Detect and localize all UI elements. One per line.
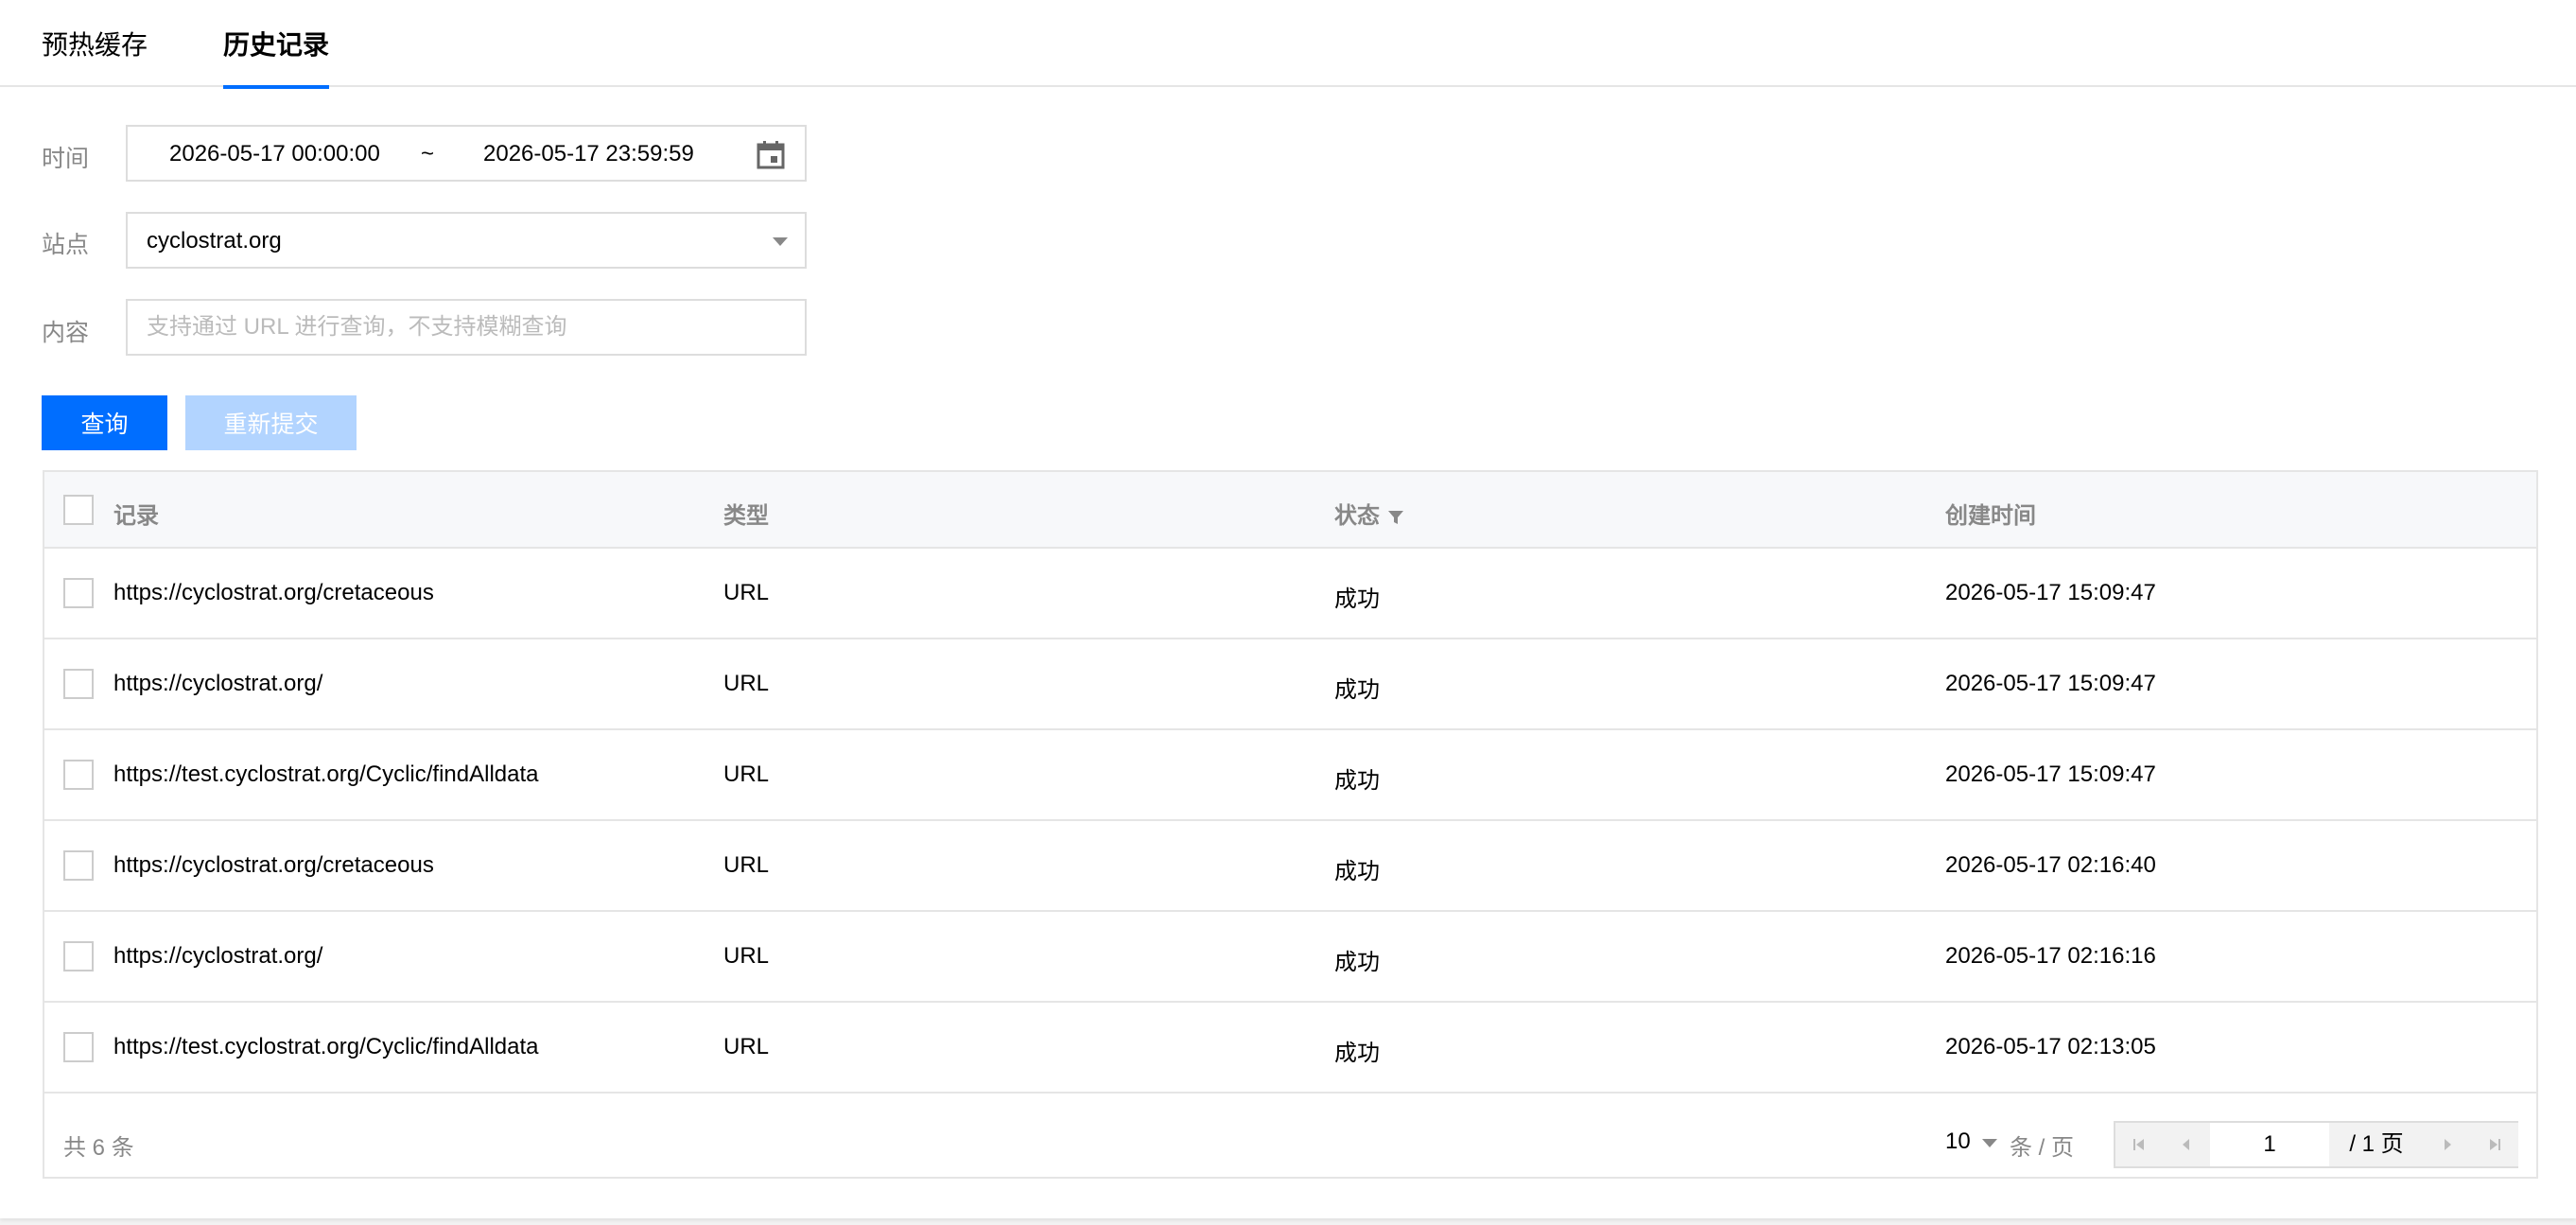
row-created-time: 2026-05-17 02:13:05	[1945, 1034, 2156, 1059]
last-page-button[interactable]	[2471, 1123, 2518, 1166]
row-checkbox[interactable]	[63, 850, 94, 881]
site-select-value: cyclostrat.org	[147, 228, 282, 254]
prev-page-icon	[2183, 1139, 2189, 1150]
caret-down-icon[interactable]	[1982, 1139, 1997, 1147]
table-footer: 共 6 条 10 条 / 页 / 1 页	[44, 1102, 2536, 1179]
row-type: URL	[723, 580, 770, 605]
next-page-button[interactable]	[2424, 1123, 2471, 1166]
row-created-time: 2026-05-17 02:16:40	[1945, 852, 2156, 878]
per-page-label: 条 / 页	[2010, 1135, 2075, 1161]
table-row: https://cyclostrat.org/ URL 成功 2026-05-1…	[44, 639, 2536, 730]
table-row: https://cyclostrat.org/cretaceous URL 成功…	[44, 549, 2536, 639]
table-row: https://test.cyclostrat.org/Cyclic/findA…	[44, 1003, 2536, 1094]
row-checkbox[interactable]	[63, 578, 94, 608]
header-record: 记录	[113, 503, 159, 529]
site-label: 站点	[42, 232, 90, 258]
tab-bar: 预热缓存 历史记录	[0, 0, 2576, 89]
time-label: 时间	[42, 146, 90, 172]
row-status: 成功	[1334, 768, 1380, 794]
resubmit-button[interactable]: 重新提交	[185, 395, 357, 450]
tab-history[interactable]: 历史记录	[223, 25, 330, 89]
row-record: https://cyclostrat.org/	[113, 943, 323, 969]
page-input[interactable]	[2210, 1123, 2329, 1166]
prev-page-button[interactable]	[2163, 1123, 2210, 1166]
row-status: 成功	[1334, 677, 1380, 703]
header-created-time: 创建时间	[1945, 503, 2036, 529]
content-input[interactable]	[128, 301, 805, 354]
row-checkbox[interactable]	[63, 760, 94, 790]
total-count: 共 6 条	[63, 1135, 134, 1161]
date-start: 2026-05-17 00:00:00	[169, 141, 380, 166]
row-record: https://test.cyclostrat.org/Cyclic/findA…	[113, 1034, 539, 1059]
first-page-button[interactable]	[2115, 1123, 2163, 1166]
page-card: 预热缓存 历史记录 时间 2026-05-17 00:00:00 ~ 2026-…	[0, 0, 2576, 1218]
calendar-icon[interactable]	[756, 140, 786, 170]
table-row: https://cyclostrat.org/ URL 成功 2026-05-1…	[44, 912, 2536, 1003]
tab-prefetch-cache[interactable]: 预热缓存	[42, 25, 148, 87]
next-page-icon	[2445, 1139, 2451, 1150]
pagination: / 1 页	[2114, 1121, 2518, 1168]
site-select[interactable]: cyclostrat.org	[126, 212, 807, 269]
row-type: URL	[723, 1034, 770, 1059]
header-type: 类型	[723, 503, 769, 529]
row-record: https://test.cyclostrat.org/Cyclic/findA…	[113, 761, 539, 787]
content-label: 内容	[42, 320, 90, 346]
first-page-icon	[2133, 1139, 2144, 1150]
row-created-time: 2026-05-17 15:09:47	[1945, 671, 2156, 696]
select-all-checkbox[interactable]	[63, 495, 94, 525]
table-row: https://cyclostrat.org/cretaceous URL 成功…	[44, 821, 2536, 912]
row-created-time: 2026-05-17 15:09:47	[1945, 580, 2156, 605]
row-type: URL	[723, 761, 770, 787]
row-checkbox[interactable]	[63, 1032, 94, 1062]
date-end: 2026-05-17 23:59:59	[483, 141, 694, 166]
total-pages: / 1 页	[2329, 1123, 2424, 1166]
row-record: https://cyclostrat.org/cretaceous	[113, 852, 434, 878]
filter-icon[interactable]	[1387, 509, 1404, 526]
date-range-picker[interactable]: 2026-05-17 00:00:00 ~ 2026-05-17 23:59:5…	[126, 125, 807, 182]
header-status[interactable]: 状态	[1334, 497, 1404, 530]
row-status: 成功	[1334, 586, 1380, 612]
row-type: URL	[723, 943, 770, 969]
row-record: https://cyclostrat.org/cretaceous	[113, 580, 434, 605]
row-type: URL	[723, 671, 770, 696]
row-created-time: 2026-05-17 02:16:16	[1945, 943, 2156, 969]
row-status: 成功	[1334, 1041, 1380, 1066]
date-separator: ~	[421, 141, 435, 166]
row-status: 成功	[1334, 859, 1380, 884]
query-button[interactable]: 查询	[42, 395, 167, 450]
caret-down-icon	[773, 237, 788, 246]
last-page-icon	[2490, 1139, 2500, 1150]
row-status: 成功	[1334, 950, 1380, 975]
table-row: https://test.cyclostrat.org/Cyclic/findA…	[44, 730, 2536, 821]
row-created-time: 2026-05-17 15:09:47	[1945, 761, 2156, 787]
table-header: 记录 类型 状态 创建时间	[44, 472, 2536, 549]
row-record: https://cyclostrat.org/	[113, 671, 323, 696]
row-type: URL	[723, 852, 770, 878]
header-status-label: 状态	[1334, 503, 1380, 529]
page-size-select[interactable]: 10	[1945, 1129, 1971, 1155]
history-table: 记录 类型 状态 创建时间 https://cyclostrat.org/cre…	[43, 470, 2538, 1179]
row-checkbox[interactable]	[63, 941, 94, 971]
content-field	[126, 299, 807, 356]
row-checkbox[interactable]	[63, 669, 94, 699]
